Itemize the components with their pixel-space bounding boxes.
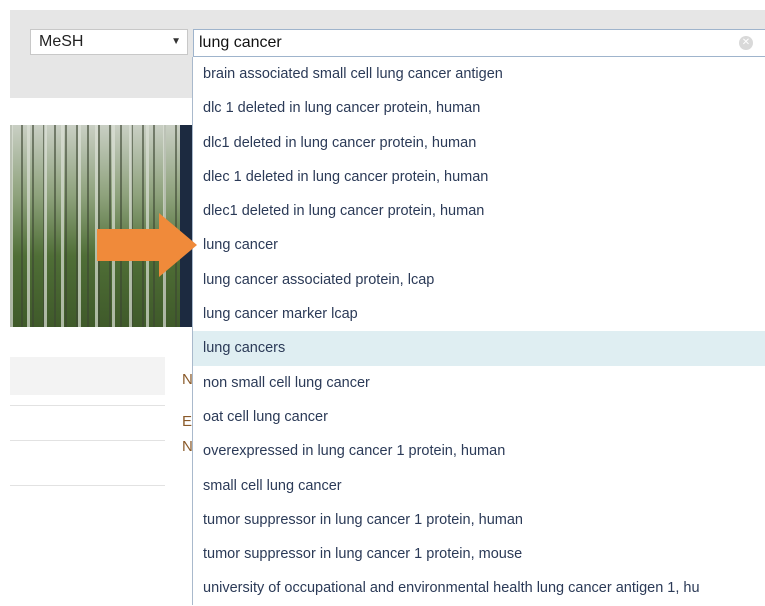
suggestion-item[interactable]: tumor suppressor in lung cancer 1 protei… <box>193 537 765 571</box>
background-divider <box>10 440 165 441</box>
suggestion-item[interactable]: lung cancer associated protein, lcap <box>193 263 765 297</box>
database-select[interactable]: MeSH ▼ <box>30 29 188 55</box>
background-panel-row <box>10 357 165 395</box>
suggestion-item[interactable]: dlec1 deleted in lung cancer protein, hu… <box>193 194 765 228</box>
suggestion-item[interactable]: university of occupational and environme… <box>193 571 765 605</box>
clear-circle-icon[interactable]: ✕ <box>739 36 753 50</box>
orange-arrow-icon <box>97 213 197 277</box>
suggestion-item[interactable]: lung cancer <box>193 228 765 262</box>
caret-down-icon: ▼ <box>171 36 181 47</box>
suggestion-item[interactable]: tumor suppressor in lung cancer 1 protei… <box>193 503 765 537</box>
suggestion-item[interactable]: non small cell lung cancer <box>193 366 765 400</box>
background-link-letter: E <box>182 413 193 430</box>
autocomplete-dropdown: brain associated small cell lung cancer … <box>192 57 765 605</box>
suggestion-item[interactable]: overexpressed in lung cancer 1 protein, … <box>193 434 765 468</box>
suggestion-item[interactable]: lung cancer marker lcap <box>193 297 765 331</box>
suggestion-item-highlighted[interactable]: lung cancers <box>193 331 765 366</box>
background-divider <box>10 485 165 486</box>
suggestion-item[interactable]: small cell lung cancer <box>193 469 765 503</box>
search-input[interactable]: lung cancer ✕ <box>193 29 765 57</box>
suggestion-item[interactable]: dlc1 deleted in lung cancer protein, hum… <box>193 126 765 160</box>
suggestion-item[interactable]: oat cell lung cancer <box>193 400 765 434</box>
suggestion-item[interactable]: dlec 1 deleted in lung cancer protein, h… <box>193 160 765 194</box>
database-select-value: MeSH <box>39 33 84 50</box>
search-input-value: lung cancer <box>199 34 282 51</box>
suggestion-item[interactable]: brain associated small cell lung cancer … <box>193 57 765 91</box>
background-divider <box>10 405 165 406</box>
suggestion-item[interactable]: dlc 1 deleted in lung cancer protein, hu… <box>193 91 765 125</box>
